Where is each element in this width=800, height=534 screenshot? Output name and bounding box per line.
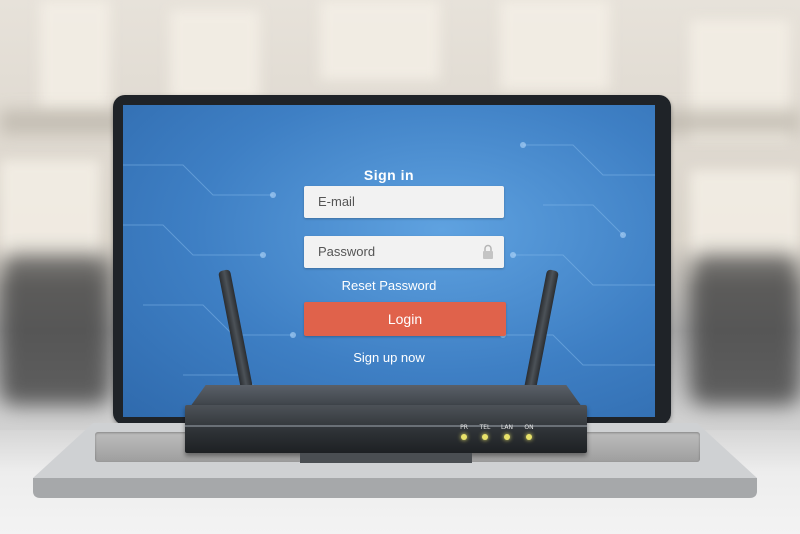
reset-password-link[interactable]: Reset Password — [123, 278, 655, 293]
laptop-screen: Sign in E-mail Password Reset Password L… — [123, 105, 655, 417]
led-label: TEL — [479, 424, 491, 431]
laptop-lid: Sign in E-mail Password Reset Password L… — [113, 95, 671, 425]
led-tel: TEL — [474, 424, 496, 440]
signup-link[interactable]: Sign up now — [123, 350, 655, 365]
login-form: Sign in E-mail Password Reset Password L… — [123, 105, 655, 417]
led-label: PR — [460, 424, 468, 431]
led-lan: LAN — [496, 424, 518, 440]
email-placeholder: E-mail — [318, 194, 355, 209]
login-button[interactable]: Login — [304, 302, 506, 336]
led-label: ON — [524, 424, 534, 431]
led-indicator — [526, 434, 532, 440]
led-on: ON — [518, 424, 540, 440]
led-indicator — [504, 434, 510, 440]
led-pr: PR — [453, 424, 475, 440]
password-placeholder: Password — [318, 244, 376, 259]
signin-title: Sign in — [363, 167, 415, 183]
led-indicator — [461, 434, 467, 440]
led-label: LAN — [500, 424, 514, 431]
router-top — [190, 385, 582, 407]
email-field[interactable]: E-mail — [304, 186, 504, 218]
password-field[interactable]: Password — [304, 236, 504, 268]
router-stand — [300, 453, 472, 463]
led-indicator — [482, 434, 488, 440]
lock-icon — [483, 244, 493, 259]
